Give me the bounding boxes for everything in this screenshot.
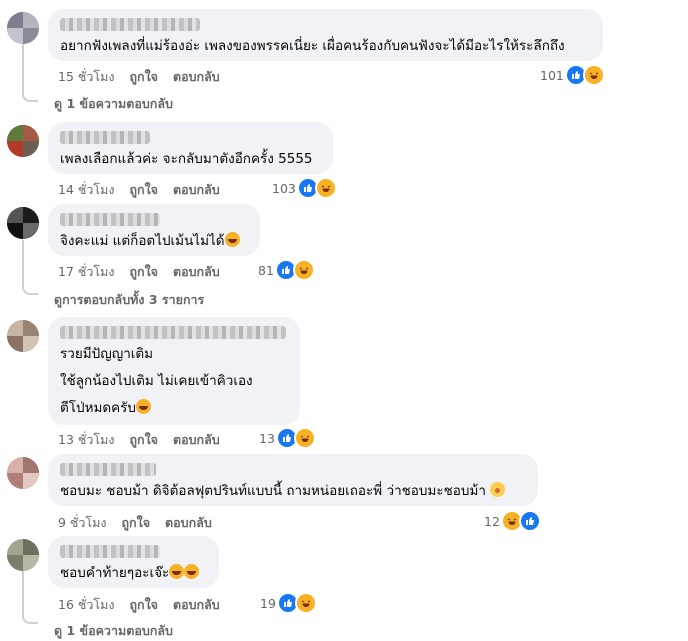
timestamp[interactable]: 14 ชั่วโมง xyxy=(58,180,114,200)
comment-text: ตีโป่หมดครับ xyxy=(60,398,152,418)
reply-button[interactable]: ตอบกลับ xyxy=(173,67,220,87)
avatar[interactable] xyxy=(7,457,39,489)
reaction-summary[interactable]: 81 xyxy=(258,259,315,281)
comment-meta: 9 ชั่วโมง ถูกใจ ตอบกลับ xyxy=(58,513,223,533)
comment-bubble: จิงคะแม่ แต่ก็อตไปเม้นไม่ได้ xyxy=(48,204,260,256)
author-name-blurred[interactable] xyxy=(60,213,160,226)
reaction-count: 13 xyxy=(259,430,275,446)
comment-meta: 17 ชั่วโมง ถูกใจ ตอบกลับ xyxy=(58,262,231,282)
comment-bubble: รวยมีปัญญาเติม ใช้ลูกน้องไปเติม ไม่เคยเข… xyxy=(48,317,300,425)
comment-text: จิงคะแม่ แต่ก็อตไปเม้นไม่ได้ xyxy=(60,231,240,251)
avatar[interactable] xyxy=(7,207,39,239)
reaction-summary[interactable]: 12 xyxy=(484,510,541,532)
avatar[interactable] xyxy=(7,320,39,352)
comment-text-content: ตีโป่หมดครับ xyxy=(60,400,137,416)
comment-text: ใช้ลูกน้องไปเติม ไม่เคยเข้าคิวเอง xyxy=(60,373,253,389)
like-button[interactable]: ถูกใจ xyxy=(129,262,158,282)
thread-connector xyxy=(22,90,38,102)
like-button[interactable]: ถูกใจ xyxy=(129,430,158,450)
view-replies-link[interactable]: ดู 1 ข้อความตอบกลับ xyxy=(54,621,173,641)
rofl-emoji-icon xyxy=(169,564,185,579)
like-icon xyxy=(518,510,541,532)
haha-icon xyxy=(294,592,317,614)
thread-line xyxy=(22,44,24,92)
comment-meta: 14 ชั่วโมง ถูกใจ ตอบกลับ xyxy=(58,180,231,200)
view-replies-link[interactable]: ดู 1 ข้อความตอบกลับ xyxy=(54,94,173,114)
like-button[interactable]: ถูกใจ xyxy=(129,180,158,200)
reaction-count: 81 xyxy=(258,262,274,278)
timestamp[interactable]: 16 ชั่วโมง xyxy=(58,595,114,615)
thread-connector xyxy=(22,283,38,295)
rofl-emoji-icon xyxy=(136,399,152,414)
reply-button[interactable]: ตอบกลับ xyxy=(173,595,220,615)
reaction-summary[interactable]: 19 xyxy=(260,592,317,614)
haha-icon xyxy=(293,427,316,449)
author-name-blurred[interactable] xyxy=(60,545,160,558)
like-button[interactable]: ถูกใจ xyxy=(121,513,150,533)
reaction-count: 19 xyxy=(260,595,276,611)
reaction-count: 103 xyxy=(272,180,296,196)
thread-connector xyxy=(22,612,38,624)
comment-bubble: ชอบคำท้ายๆอะเจ๊ะ xyxy=(48,536,219,588)
author-name-blurred[interactable] xyxy=(60,463,156,476)
comment-meta: 13 ชั่วโมง ถูกใจ ตอบกลับ xyxy=(58,430,231,450)
comment-text-content: ชอบมะ ชอบม้า ดิจิต้อลฟุตปรินท์แบบนี้ ถาม… xyxy=(60,483,486,499)
avatar[interactable] xyxy=(7,125,39,157)
reply-button[interactable]: ตอบกลับ xyxy=(165,513,212,533)
author-name-blurred[interactable] xyxy=(60,326,286,339)
reaction-summary[interactable]: 13 xyxy=(259,427,316,449)
avatar[interactable] xyxy=(7,12,39,44)
comment-text: เพลงเลือกแล้วค่ะ จะกลับมาตังอีกครั้ง 555… xyxy=(60,151,313,167)
comment-bubble: เพลงเลือกแล้วค่ะ จะกลับมาตังอีกครั้ง 555… xyxy=(48,122,333,174)
timestamp[interactable]: 13 ชั่วโมง xyxy=(58,430,114,450)
author-name-blurred[interactable] xyxy=(60,18,200,31)
comment-text: ชอบคำท้ายๆอะเจ๊ะ xyxy=(60,563,200,583)
like-button[interactable]: ถูกใจ xyxy=(129,595,158,615)
comment-text: รวยมีปัญญาเติม xyxy=(60,346,154,362)
rofl-emoji-icon xyxy=(224,232,240,247)
timestamp[interactable]: 17 ชั่วโมง xyxy=(58,262,114,282)
blush-emoji-icon xyxy=(490,482,506,497)
timestamp[interactable]: 9 ชั่วโมง xyxy=(58,513,107,533)
comment-bubble: อยากฟังเพลงที่แม่ร้องอ่ะ เพลงของพรรคเนี่… xyxy=(48,9,603,61)
thread-line xyxy=(22,240,24,285)
rofl-emoji-icon xyxy=(184,564,200,579)
comment-text-content: จิงคะแม่ แต่ก็อตไปเม้นไม่ได้ xyxy=(60,233,225,249)
author-name-blurred[interactable] xyxy=(60,131,150,144)
comment-text: ชอบมะ ชอบม้า ดิจิต้อลฟุตปรินท์แบบนี้ ถาม… xyxy=(60,481,506,501)
reply-button[interactable]: ตอบกลับ xyxy=(173,180,220,200)
comment-bubble: ชอบมะ ชอบม้า ดิจิต้อลฟุตปรินท์แบบนี้ ถาม… xyxy=(48,454,538,506)
thread-line xyxy=(22,570,24,614)
comment-text: อยากฟังเพลงที่แม่ร้องอ่ะ เพลงของพรรคเนี่… xyxy=(60,38,565,54)
haha-icon xyxy=(582,64,605,86)
avatar[interactable] xyxy=(7,539,39,571)
reply-button[interactable]: ตอบกลับ xyxy=(173,430,220,450)
reaction-summary[interactable]: 103 xyxy=(272,177,337,199)
haha-icon xyxy=(292,259,315,281)
haha-icon xyxy=(314,177,337,199)
timestamp[interactable]: 15 ชั่วโมง xyxy=(58,67,114,87)
view-replies-link[interactable]: ดูการตอบกลับทั้ง 3 รายการ xyxy=(54,290,204,310)
comment-text-content: ชอบคำท้ายๆอะเจ๊ะ xyxy=(60,565,170,581)
reply-button[interactable]: ตอบกลับ xyxy=(173,262,220,282)
reaction-count: 12 xyxy=(484,513,500,529)
reaction-count: 101 xyxy=(540,67,564,83)
reaction-summary[interactable]: 101 xyxy=(540,64,605,86)
comment-meta: 15 ชั่วโมง ถูกใจ ตอบกลับ xyxy=(58,67,231,87)
comment-meta: 16 ชั่วโมง ถูกใจ ตอบกลับ xyxy=(58,595,231,615)
like-button[interactable]: ถูกใจ xyxy=(129,67,158,87)
